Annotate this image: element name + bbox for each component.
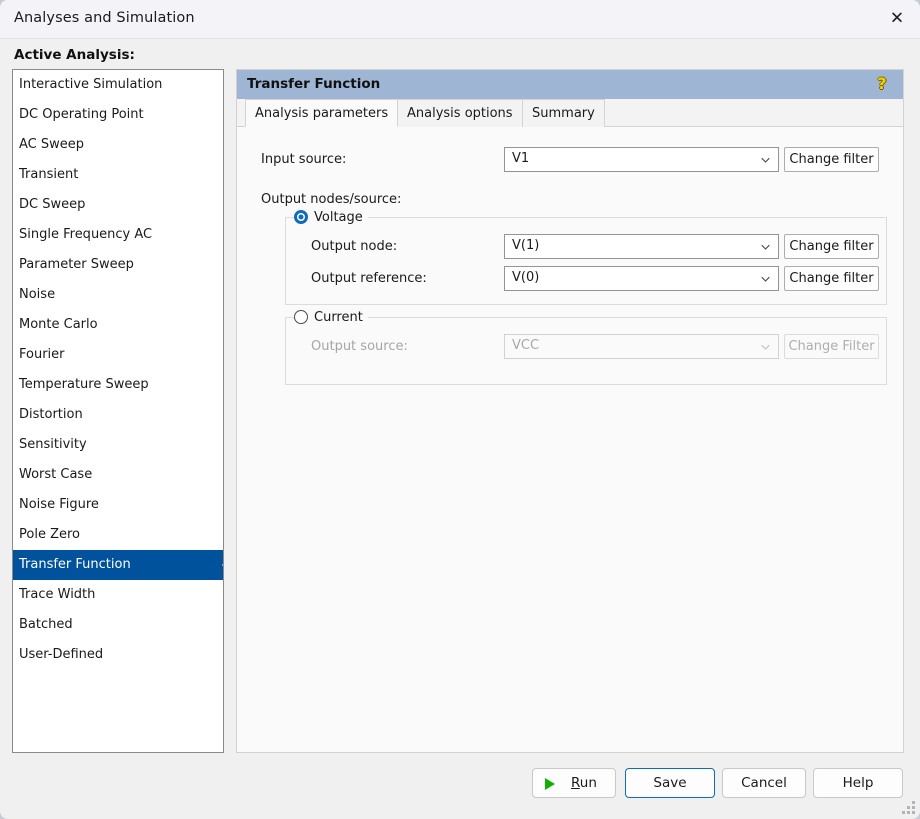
output-source-label: Output source: xyxy=(311,339,408,354)
list-item[interactable]: Noise Figure xyxy=(13,490,223,520)
input-source-label: Input source: xyxy=(261,152,347,167)
tab-strip: Analysis parameters Analysis options Summa… xyxy=(237,99,903,127)
output-reference-label: Output reference: xyxy=(311,271,427,286)
current-groupbox: Current Output source: VCC Change Filter xyxy=(285,307,887,385)
analysis-detail-panel: Transfer Function ? Analysis parameters A… xyxy=(236,69,904,753)
tab-summary[interactable]: Summary xyxy=(522,99,605,127)
save-button[interactable]: Save xyxy=(625,768,715,798)
list-item[interactable]: DC Operating Point xyxy=(13,100,223,130)
chevron-down-icon xyxy=(761,275,770,284)
run-button-label: Run xyxy=(571,769,597,797)
tab-analysis-options[interactable]: Analysis options xyxy=(397,99,523,127)
output-source-change-filter-button: Change Filter xyxy=(784,334,879,359)
play-triangle-icon xyxy=(545,778,555,790)
run-button[interactable]: Run xyxy=(532,768,616,798)
output-reference-value: V(0) xyxy=(512,270,540,285)
list-item[interactable]: Transient xyxy=(13,160,223,190)
list-item[interactable]: AC Sweep xyxy=(13,130,223,160)
help-button[interactable]: Help xyxy=(813,768,903,798)
close-button[interactable]: ✕ xyxy=(874,0,920,38)
list-item[interactable]: Sensitivity xyxy=(13,430,223,460)
window-title: Analyses and Simulation xyxy=(14,10,195,26)
output-source-value: VCC xyxy=(512,338,540,353)
list-item-selected[interactable]: Transfer Function xyxy=(13,550,223,580)
current-radio[interactable] xyxy=(294,310,308,324)
tab-analysis-parameters[interactable]: Analysis parameters xyxy=(245,99,399,127)
close-icon: ✕ xyxy=(889,8,905,29)
voltage-radio-row[interactable]: Voltage xyxy=(294,207,368,227)
window-titlebar: Analyses and Simulation ✕ xyxy=(0,0,920,39)
analysis-parameters-tab-content: Input source: V1 Change filter Output no… xyxy=(237,127,903,752)
list-item[interactable]: Temperature Sweep xyxy=(13,370,223,400)
output-reference-change-filter-button[interactable]: Change filter xyxy=(784,266,879,291)
list-item[interactable]: Distortion xyxy=(13,400,223,430)
panel-title: Transfer Function xyxy=(247,76,381,92)
current-radio-row[interactable]: Current xyxy=(294,307,368,327)
output-nodes-source-label: Output nodes/source: xyxy=(261,192,402,207)
list-item[interactable]: Monte Carlo xyxy=(13,310,223,340)
chevron-down-icon xyxy=(761,343,770,352)
cancel-button[interactable]: Cancel xyxy=(722,768,806,798)
voltage-radio[interactable] xyxy=(294,210,308,224)
run-label-rest: un xyxy=(579,775,597,791)
list-item[interactable]: Fourier xyxy=(13,340,223,370)
analysis-list[interactable]: Interactive Simulation DC Operating Point… xyxy=(12,69,224,753)
current-label: Current xyxy=(314,309,363,325)
list-item[interactable]: DC Sweep xyxy=(13,190,223,220)
active-analysis-label: Active Analysis: xyxy=(14,47,135,63)
output-source-combo: VCC xyxy=(504,334,779,359)
list-item[interactable]: Interactive Simulation xyxy=(13,70,223,100)
list-item[interactable]: User-Defined xyxy=(13,640,223,670)
input-source-combo[interactable]: V1 xyxy=(504,147,779,172)
output-reference-combo[interactable]: V(0) xyxy=(504,266,779,291)
list-item[interactable]: Noise xyxy=(13,280,223,310)
panel-header: Transfer Function ? xyxy=(237,70,903,99)
list-item[interactable]: Batched xyxy=(13,610,223,640)
output-node-value: V(1) xyxy=(512,238,540,253)
help-question-icon[interactable]: ? xyxy=(872,73,892,95)
run-mnemonic: R xyxy=(571,775,580,791)
list-item[interactable]: Worst Case xyxy=(13,460,223,490)
analyses-and-simulation-window: Analyses and Simulation ✕ Active Analysi… xyxy=(0,0,920,819)
voltage-label: Voltage xyxy=(314,209,363,225)
output-node-combo[interactable]: V(1) xyxy=(504,234,779,259)
voltage-groupbox: Voltage Output node: V(1) Change filter … xyxy=(285,207,887,305)
input-source-value: V1 xyxy=(512,151,530,166)
chevron-down-icon xyxy=(761,156,770,165)
list-item[interactable]: Parameter Sweep xyxy=(13,250,223,280)
list-item[interactable]: Pole Zero xyxy=(13,520,223,550)
list-item[interactable]: Trace Width xyxy=(13,580,223,610)
list-item[interactable]: Single Frequency AC xyxy=(13,220,223,250)
input-source-change-filter-button[interactable]: Change filter xyxy=(784,147,879,172)
output-node-change-filter-button[interactable]: Change filter xyxy=(784,234,879,259)
resize-grip[interactable] xyxy=(902,801,915,814)
chevron-down-icon xyxy=(761,243,770,252)
output-node-label: Output node: xyxy=(311,239,398,254)
